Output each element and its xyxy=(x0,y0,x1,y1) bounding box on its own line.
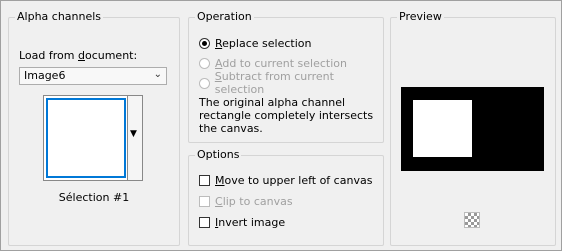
channel-thumbnail[interactable]: ▼ xyxy=(43,95,143,181)
operation-description: The original alpha channel rectangle com… xyxy=(199,96,374,135)
document-select[interactable]: Image6 ⌄ xyxy=(19,67,167,85)
channel-caption: Sélection #1 xyxy=(58,191,130,204)
caret-down-icon: ▼ xyxy=(130,129,137,139)
preview-canvas xyxy=(401,87,544,171)
preview-selection-rect xyxy=(413,100,472,157)
options-title: Options xyxy=(195,148,242,161)
checkbox-icon xyxy=(199,216,210,228)
alpha-channels-group: Alpha channels Load from document: Image… xyxy=(8,10,180,246)
move-to-upper-left-checkbox[interactable]: Move to upper left of canvas xyxy=(199,172,372,188)
document-select-value: Image6 xyxy=(24,69,66,82)
checkbox-icon xyxy=(199,174,210,186)
channel-thumbnail-image xyxy=(46,98,126,178)
operation-title: Operation xyxy=(195,10,254,23)
radio-icon xyxy=(199,57,210,69)
alpha-channels-title: Alpha channels xyxy=(15,10,104,23)
clip-to-canvas-checkbox[interactable]: Clip to canvas xyxy=(199,193,293,209)
preview-title: Preview xyxy=(397,10,444,23)
replace-selection-radio[interactable]: Replace selection xyxy=(199,35,311,51)
options-group: Options Move to upper left of canvas Cli… xyxy=(188,148,384,246)
radio-icon xyxy=(199,77,210,89)
transparency-checker-icon[interactable] xyxy=(464,212,480,228)
checkbox-icon xyxy=(199,195,210,207)
add-to-selection-radio[interactable]: Add to current selection xyxy=(199,55,347,71)
operation-group: Operation Replace selection Add to curre… xyxy=(188,10,384,143)
channel-dropdown-button[interactable]: ▼ xyxy=(127,96,142,180)
radio-selected-icon xyxy=(199,37,210,49)
load-from-document-label: Load from document: xyxy=(19,49,138,62)
subtract-from-selection-radio[interactable]: Subtract from current selection xyxy=(199,70,383,96)
preview-group: Preview xyxy=(390,10,556,246)
chevron-down-icon: ⌄ xyxy=(153,69,162,80)
invert-image-checkbox[interactable]: Invert image xyxy=(199,214,285,230)
